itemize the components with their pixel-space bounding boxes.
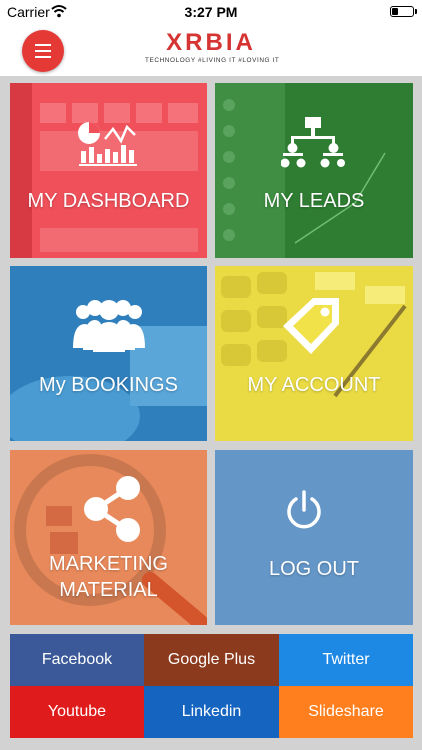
chart-icon [78, 122, 137, 166]
logo-wordmark: XRBIA [166, 29, 256, 56]
share-icon [84, 476, 140, 542]
battery-icon [390, 6, 414, 17]
leads-background [215, 83, 386, 258]
tile-label-line1: MARKETING [49, 553, 168, 575]
logo-tagline: TECHNOLOGY #LIVING IT #LOVING IT [145, 57, 280, 64]
tile-label: LOG OUT [268, 558, 359, 580]
facebook-button[interactable]: Facebook [10, 634, 144, 686]
google-plus-button[interactable]: Google Plus [144, 634, 279, 686]
xrbia-logo: XRBIA TECHNOLOGY #LIVING IT #LOVING IT [145, 29, 280, 72]
twitter-button[interactable]: Twitter [279, 634, 413, 686]
dashboard-background [10, 83, 198, 258]
linkedin-button[interactable]: Linkedin [144, 686, 279, 738]
tile-label: MY ACCOUNT [247, 374, 381, 396]
tile-label: MY LEADS [263, 190, 365, 212]
battery-tip [415, 9, 417, 14]
hamburger-menu-icon[interactable] [22, 30, 64, 72]
tile-label: My BOOKINGS [39, 374, 178, 396]
status-time: 3:27 PM [184, 4, 238, 20]
tile-log-out[interactable]: LOG OUT [215, 450, 413, 625]
tag-icon [283, 298, 339, 354]
app-header: XRBIA TECHNOLOGY #LIVING IT #LOVING IT [0, 24, 422, 76]
tile-marketing-material[interactable]: MARKETING MATERIAL [10, 450, 207, 625]
hierarchy-icon [281, 117, 345, 168]
tile-label: MY DASHBOARD [27, 190, 190, 212]
tile-my-leads[interactable]: MY LEADS [215, 83, 413, 258]
bookings-background [10, 266, 207, 441]
people-group-icon [73, 300, 145, 352]
power-icon [287, 490, 321, 529]
youtube-button[interactable]: Youtube [10, 686, 144, 738]
tile-my-account[interactable]: MY ACCOUNT [215, 266, 413, 441]
tile-my-dashboard[interactable]: MY DASHBOARD [10, 83, 207, 258]
tile-label-line2: MATERIAL [59, 579, 158, 601]
tile-my-bookings[interactable]: My BOOKINGS [10, 266, 207, 441]
status-bar: Carrier 3:27 PM [0, 0, 422, 24]
slideshare-button[interactable]: Slideshare [279, 686, 413, 738]
